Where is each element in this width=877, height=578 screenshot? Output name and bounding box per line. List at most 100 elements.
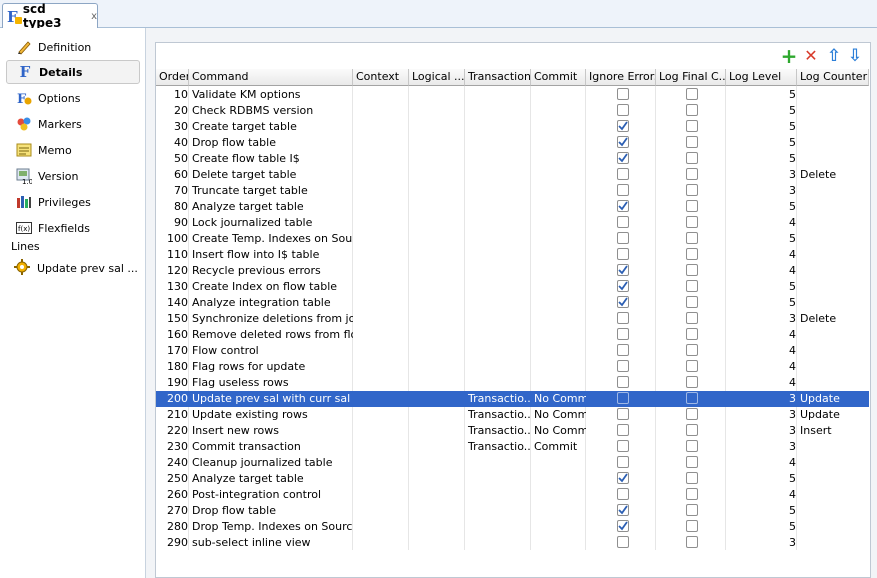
cell-commit[interactable] [531,247,586,263]
cell-command[interactable]: Flag rows for update [189,359,353,375]
add-row-button[interactable]: + [781,46,798,66]
cell-log-counter[interactable] [797,471,869,487]
ignore-errors-checkbox[interactable] [617,104,629,116]
log-final-count-checkbox[interactable] [686,488,698,500]
table-row[interactable]: 120 Recycle previous errors 4 [156,263,869,279]
log-final-count-checkbox[interactable] [686,440,698,452]
cell-log-counter[interactable] [797,343,869,359]
cell-log-level[interactable]: 4 [726,455,797,471]
cell-log-level[interactable]: 4 [726,215,797,231]
log-final-count-checkbox[interactable] [686,312,698,324]
cell-order[interactable]: 100 [156,231,189,247]
log-final-count-checkbox[interactable] [686,328,698,340]
cell-command[interactable]: Remove deleted rows from flo... [189,327,353,343]
cell-order[interactable]: 290 [156,535,189,551]
cell-order[interactable]: 20 [156,103,189,119]
cell-command[interactable]: Drop flow table [189,135,353,151]
cell-command[interactable]: Create Index on flow table [189,279,353,295]
table-row[interactable]: 200 Update prev sal with curr sal Transact… [156,391,869,407]
cell-log-counter[interactable] [797,535,869,551]
cell-log-counter[interactable] [797,135,869,151]
ignore-errors-checkbox[interactable] [617,168,629,180]
table-row[interactable]: 260 Post-integration control 4 [156,487,869,503]
ignore-errors-checkbox[interactable] [617,296,629,308]
cell-order[interactable]: 150 [156,311,189,327]
cell-log-counter[interactable] [797,263,869,279]
sidebar-item-flexfields[interactable]: f(x) Flexfields [6,216,140,240]
table-row[interactable]: 150Synchronize deletions from jou... 3Del… [156,311,869,327]
cell-transaction[interactable] [465,375,531,391]
ignore-errors-checkbox[interactable] [617,280,629,292]
cell-log-level[interactable]: 3 [726,311,797,327]
cell-command[interactable]: Drop Temp. Indexes on Source [189,519,353,535]
cell-commit[interactable] [531,215,586,231]
cell-transaction[interactable] [465,503,531,519]
table-row[interactable]: 270 Drop flow table 5 [156,503,869,519]
table-row[interactable]: 30 Create target table 5 [156,119,869,135]
cell-order[interactable]: 10 [156,87,189,103]
cell-log-counter[interactable]: Delete [797,311,869,327]
cell-order[interactable]: 200 [156,391,189,407]
ignore-errors-checkbox[interactable] [617,232,629,244]
column-header-context[interactable]: Context [353,69,409,86]
cell-commit[interactable] [531,263,586,279]
cell-commit[interactable] [531,151,586,167]
cell-transaction[interactable]: Transactio... [465,439,531,455]
column-header-commit[interactable]: Commit [531,69,586,86]
table-row[interactable]: 230 Commit transaction Transactio... Commit… [156,439,869,455]
cell-log-level[interactable]: 5 [726,199,797,215]
cell-log-counter[interactable] [797,359,869,375]
cell-commit[interactable] [531,103,586,119]
table-row[interactable]: 240 Cleanup journalized table 4 [156,455,869,471]
log-final-count-checkbox[interactable] [686,536,698,548]
cell-command[interactable]: Create Temp. Indexes on Source [189,231,353,247]
table-row[interactable]: 290 sub-select inline view 3 [156,535,869,551]
log-final-count-checkbox[interactable] [686,456,698,468]
cell-log-level[interactable]: 4 [726,375,797,391]
cell-commit[interactable] [531,359,586,375]
table-row[interactable]: 220Insert new rows Transactio...No Commit… [156,423,869,439]
table-row[interactable]: 170 Flow control 4 [156,343,869,359]
cell-log-counter[interactable]: Insert [797,423,869,439]
table-row[interactable]: 140 Analyze integration table 5 [156,295,869,311]
cell-log-level[interactable]: 4 [726,487,797,503]
cell-order[interactable]: 70 [156,183,189,199]
cell-log-counter[interactable] [797,87,869,103]
cell-transaction[interactable] [465,295,531,311]
cell-command[interactable]: Recycle previous errors [189,263,353,279]
cell-log-counter[interactable] [797,231,869,247]
cell-order[interactable]: 240 [156,455,189,471]
close-icon[interactable]: x [91,11,97,22]
column-header-command[interactable]: Command [189,69,353,86]
log-final-count-checkbox[interactable] [686,88,698,100]
table-row[interactable]: 130 Create Index on flow table 5 [156,279,869,295]
cell-order[interactable]: 230 [156,439,189,455]
log-final-count-checkbox[interactable] [686,216,698,228]
cell-transaction[interactable] [465,247,531,263]
cell-commit[interactable] [531,471,586,487]
cell-log-level[interactable]: 3 [726,183,797,199]
cell-order[interactable]: 110 [156,247,189,263]
cell-order[interactable]: 270 [156,503,189,519]
cell-log-level[interactable]: 3 [726,167,797,183]
cell-log-counter[interactable] [797,327,869,343]
column-header-ignore-errors[interactable]: Ignore Errors [586,69,656,86]
ignore-errors-checkbox[interactable] [617,328,629,340]
table-row[interactable]: 160 Remove deleted rows from flo... 4 [156,327,869,343]
ignore-errors-checkbox[interactable] [617,312,629,324]
ignore-errors-checkbox[interactable] [617,392,629,404]
cell-order[interactable]: 140 [156,295,189,311]
ignore-errors-checkbox[interactable] [617,248,629,260]
cell-command[interactable]: Insert flow into I$ table [189,247,353,263]
cell-command[interactable]: sub-select inline view [189,535,353,551]
cell-command[interactable]: Flag useless rows [189,375,353,391]
cell-command[interactable]: Create target table [189,119,353,135]
cell-order[interactable]: 260 [156,487,189,503]
cell-log-counter[interactable] [797,295,869,311]
log-final-count-checkbox[interactable] [686,424,698,436]
cell-commit[interactable] [531,279,586,295]
cell-command[interactable]: Post-integration control [189,487,353,503]
cell-commit[interactable] [531,231,586,247]
ignore-errors-checkbox[interactable] [617,472,629,484]
cell-transaction[interactable] [465,167,531,183]
